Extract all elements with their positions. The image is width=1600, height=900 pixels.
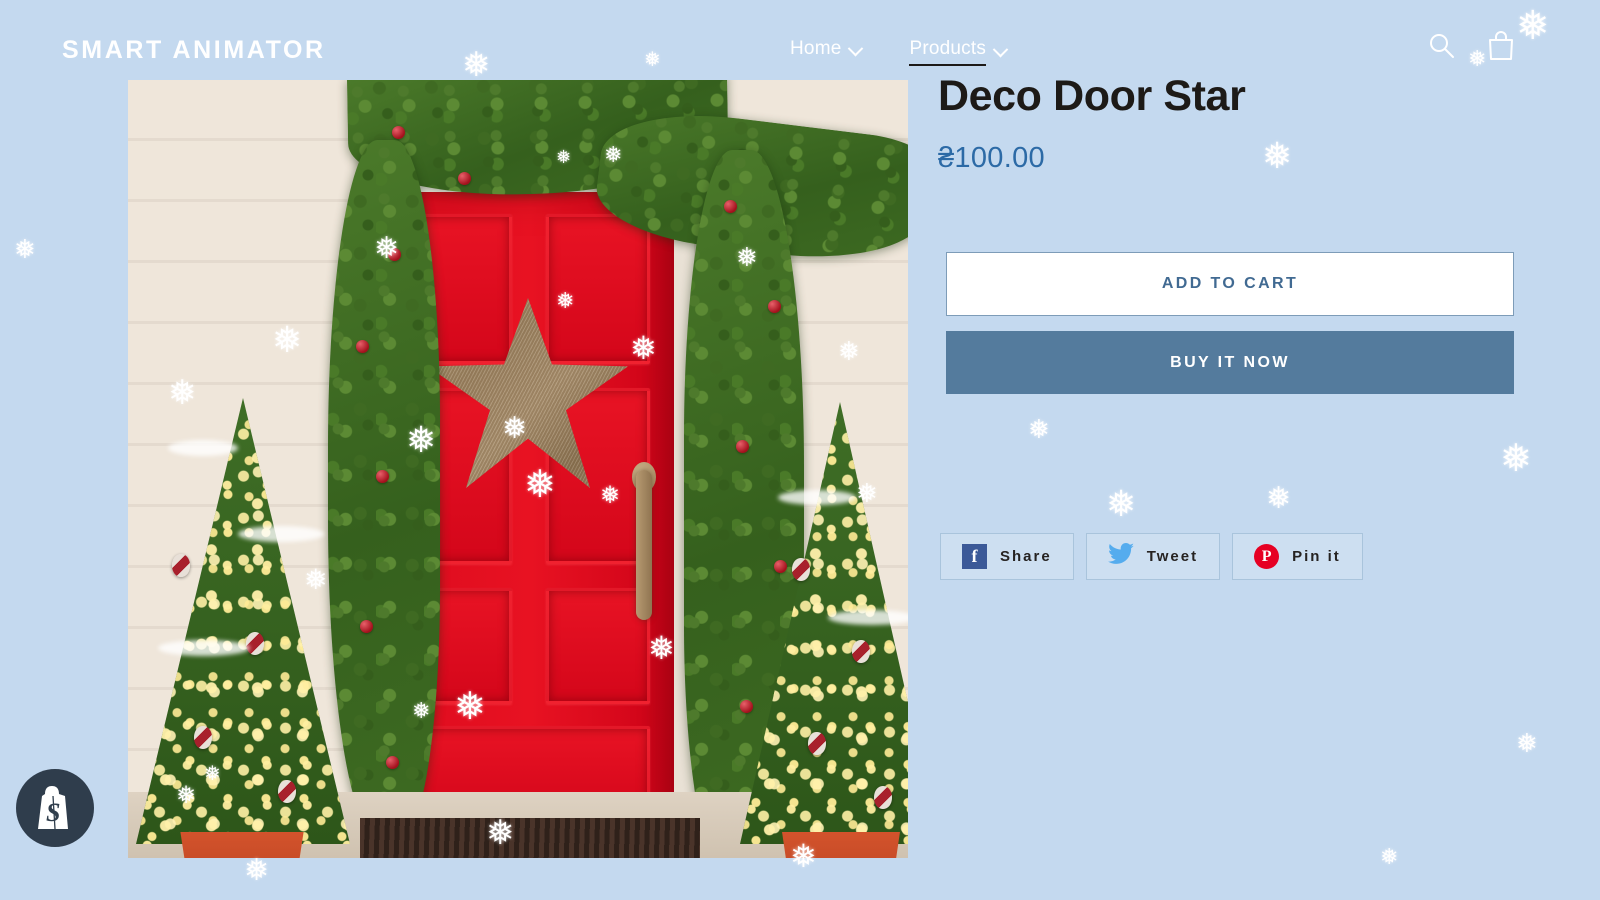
share-label: Tweet xyxy=(1146,548,1199,565)
site-header: Smart Animator Home Products xyxy=(0,0,1600,80)
holly-berry xyxy=(740,700,753,713)
holly-berry xyxy=(356,340,369,353)
add-to-cart-button[interactable]: Add to cart xyxy=(946,252,1514,316)
snowflake-icon: ❅ xyxy=(1500,438,1532,480)
door-panel xyxy=(546,214,650,364)
tree-ornament xyxy=(278,780,296,803)
share-label: Share xyxy=(1000,548,1052,565)
nav-item-products[interactable]: Products xyxy=(909,38,1009,66)
snowflake-icon: ❅ xyxy=(1028,414,1050,444)
search-icon[interactable] xyxy=(1427,31,1456,65)
holly-berry xyxy=(386,756,399,769)
holly-berry xyxy=(458,172,471,185)
product-info: Deco Door Star ₴100.00 xyxy=(938,72,1538,175)
tree-ornament xyxy=(246,632,264,655)
snow-accent xyxy=(828,610,908,625)
snow-accent xyxy=(158,640,250,656)
shopify-badge[interactable]: S xyxy=(16,769,94,847)
purchase-block: Add to cart Buy it now xyxy=(946,252,1514,394)
header-actions xyxy=(1427,30,1516,66)
tree-ornament xyxy=(172,554,190,577)
holly-berry xyxy=(376,470,389,483)
shopify-bag-icon: S xyxy=(38,786,68,830)
cart-icon[interactable] xyxy=(1486,30,1516,66)
holly-berry xyxy=(736,440,749,453)
pinterest-icon: P xyxy=(1254,544,1280,569)
snow-accent xyxy=(778,490,856,505)
holly-berry xyxy=(360,620,373,633)
holly-berry xyxy=(774,560,787,573)
nav-item-label: Home xyxy=(790,38,842,59)
snowflake-icon: ❅ xyxy=(1266,482,1292,515)
door-mat xyxy=(360,818,700,858)
tree-ornament xyxy=(852,640,870,663)
product-photo-illustration xyxy=(128,80,908,858)
main-nav: Home Products xyxy=(790,38,1009,66)
snowflake-icon: ❅ xyxy=(14,234,36,264)
facebook-icon: f xyxy=(962,544,987,569)
snowflake-icon: ❅ xyxy=(1516,728,1538,758)
garland-left xyxy=(328,140,440,840)
snowflake-icon: ❅ xyxy=(1380,844,1399,869)
holly-berry xyxy=(724,200,737,213)
snowflake-icon: ❅ xyxy=(244,854,270,887)
nav-item-home[interactable]: Home xyxy=(790,38,864,64)
tree-ornament xyxy=(792,558,810,581)
buy-it-now-button[interactable]: Buy it now xyxy=(946,331,1514,394)
svg-text:S: S xyxy=(46,798,60,827)
tree-pot-right xyxy=(782,832,900,858)
snow-accent xyxy=(168,440,238,456)
holly-berry xyxy=(392,126,405,139)
share-facebook-button[interactable]: f Share xyxy=(940,533,1074,580)
holly-berry xyxy=(388,248,401,261)
twitter-icon xyxy=(1107,543,1134,570)
tree-ornament xyxy=(808,732,826,755)
snow-accent xyxy=(238,526,324,542)
door-handle xyxy=(636,470,652,620)
snowflake-icon: ❅ xyxy=(1106,483,1137,524)
brand-logo[interactable]: Smart Animator xyxy=(62,36,326,65)
social-share-row: f Share Tweet P Pin it xyxy=(940,533,1363,580)
share-label: Pin it xyxy=(1292,548,1341,565)
product-price: ₴100.00 xyxy=(938,142,1045,175)
door-panel xyxy=(546,588,650,704)
chevron-down-icon xyxy=(848,40,864,56)
tree-ornament xyxy=(874,786,892,809)
nav-item-label: Products xyxy=(909,38,987,66)
tree-ornament xyxy=(194,726,212,749)
tree-pot-left xyxy=(180,832,304,858)
chevron-down-icon xyxy=(992,41,1009,57)
holly-berry xyxy=(768,300,781,313)
product-image[interactable] xyxy=(128,80,908,858)
share-pinterest-button[interactable]: P Pin it xyxy=(1232,533,1363,580)
share-twitter-button[interactable]: Tweet xyxy=(1085,533,1221,580)
